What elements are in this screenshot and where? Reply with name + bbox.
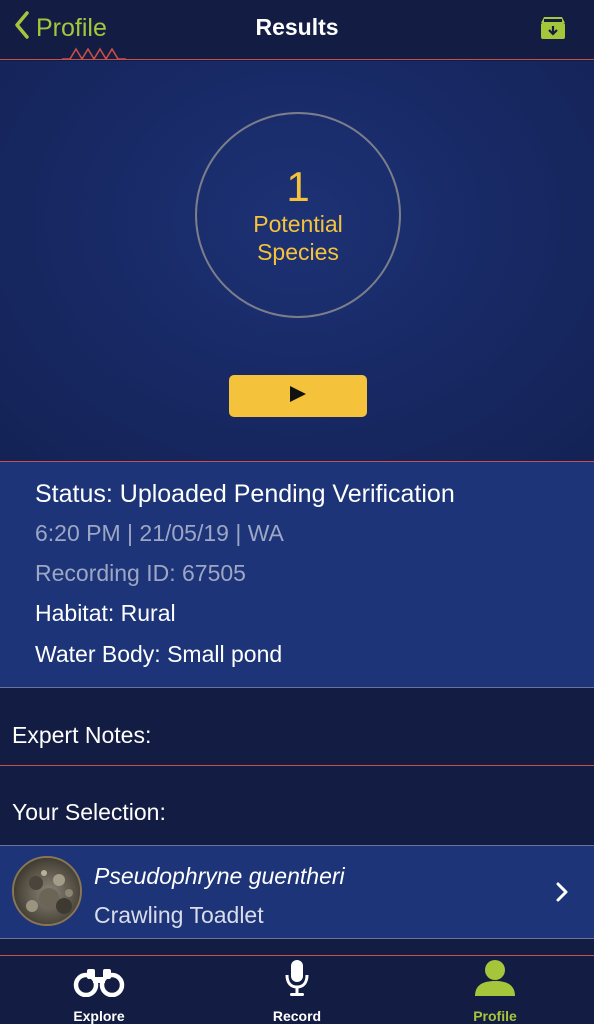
your-selection-section: Your Selection: <box>0 766 594 845</box>
tab-record-label: Record <box>272 1008 322 1024</box>
tab-profile[interactable]: Profile <box>396 956 594 1024</box>
results-summary: 1 Potential Species <box>0 61 594 461</box>
binoculars-icon <box>73 967 125 1002</box>
archive-download-icon[interactable] <box>540 16 566 45</box>
recording-details-panel: Status: Uploaded Pending Verification 6:… <box>0 461 594 688</box>
user-icon <box>473 959 517 1002</box>
habitat-text: Habitat: Rural <box>35 600 176 626</box>
expert-notes-label: Expert Notes: <box>12 722 152 748</box>
play-icon <box>288 384 308 409</box>
list-bottom-spacer <box>0 939 594 955</box>
species-count-label-line1: Potential <box>253 211 343 237</box>
tab-explore-label: Explore <box>73 1008 125 1024</box>
species-count-circle: 1 Potential Species <box>195 112 401 318</box>
species-scientific-name: Pseudophryne guentheri <box>94 863 345 889</box>
tab-record[interactable]: Record <box>198 956 396 1024</box>
play-button[interactable] <box>229 375 367 417</box>
your-selection-label: Your Selection: <box>12 799 166 825</box>
navigation-bar: Profile Results <box>0 0 594 61</box>
species-common-name: Crawling Toadlet <box>94 902 264 928</box>
recording-datetime: 6:20 PM | 21/05/19 | WA <box>35 520 284 546</box>
page-title: Results <box>255 14 339 40</box>
chevron-right-icon <box>556 882 568 907</box>
species-count: 1 <box>286 163 310 210</box>
status-text: Status: Uploaded Pending Verification <box>35 480 455 508</box>
tab-explore[interactable]: Explore <box>0 956 198 1024</box>
tab-bar: Explore Record Profile <box>0 955 594 1024</box>
water-body-text: Water Body: Small pond <box>35 641 283 667</box>
tab-profile-label: Profile <box>473 1008 517 1024</box>
expert-notes-section: Expert Notes: <box>0 688 594 766</box>
species-count-label-line2: Species <box>257 239 339 265</box>
microphone-icon <box>284 959 310 1002</box>
recording-id: Recording ID: 67505 <box>35 560 246 586</box>
species-avatar <box>12 856 82 926</box>
species-list-item[interactable]: Pseudophryne guentheri Crawling Toadlet <box>0 845 594 939</box>
